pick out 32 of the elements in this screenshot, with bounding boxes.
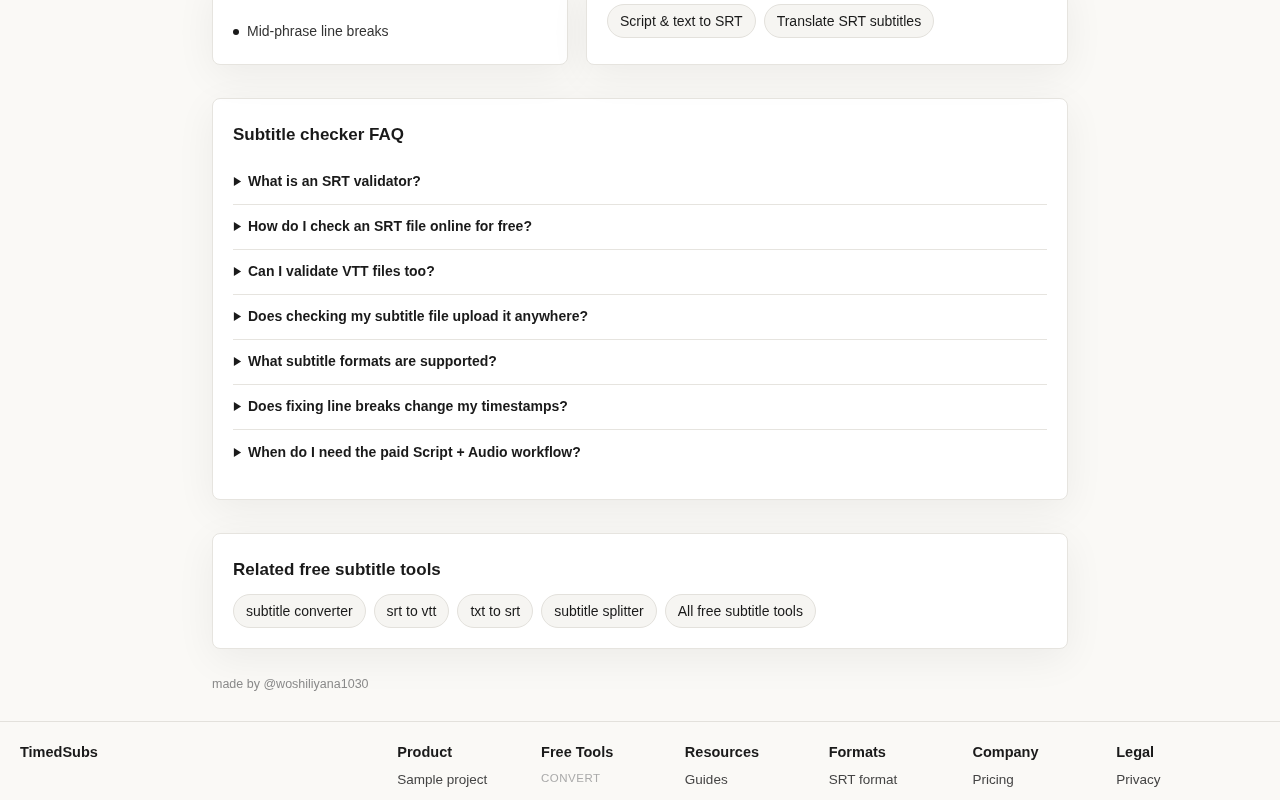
faq-question[interactable]: Does fixing line breaks change my timestamps?: [233, 384, 1047, 430]
section-title: Related free subtitle tools: [233, 558, 442, 581]
bullet-icon: [233, 28, 239, 35]
footer-link[interactable]: Pricing: [972, 770, 1117, 791]
footer-link[interactable]: Guides: [684, 770, 829, 791]
credit-text: made by @woshiliyana1030: [212, 675, 370, 693]
tool-chip[interactable]: srt to vtt: [373, 594, 450, 628]
footer-heading: Product: [397, 743, 454, 763]
tool-chip[interactable]: Translate SRT subtitles: [763, 4, 935, 38]
faq-question[interactable]: How do I check an SRT file online for free?: [233, 204, 1047, 250]
tool-chip[interactable]: subtitle converter: [233, 594, 366, 628]
tool-chip[interactable]: subtitle splitter: [541, 594, 657, 628]
faq-title: Subtitle checker FAQ: [233, 124, 405, 146]
tool-chip[interactable]: All free subtitle tools: [664, 594, 816, 628]
faq-question[interactable]: Can I validate VTT files too?: [233, 249, 1047, 295]
footer-heading: Formats: [828, 743, 887, 763]
footer-heading: Company: [972, 743, 1040, 763]
footer-link[interactable]: Privacy: [1116, 770, 1261, 791]
faq-question[interactable]: When do I need the paid Script + Audio workflow?: [233, 429, 1047, 475]
footer-link[interactable]: Sample project: [397, 770, 542, 791]
footer-heading: Resources: [684, 743, 760, 763]
tool-chip[interactable]: txt to srt: [457, 594, 534, 628]
footer-heading: Legal: [1116, 743, 1156, 763]
footer-brand: TimedSubs: [20, 743, 99, 763]
footer-heading: Free Tools: [541, 743, 615, 763]
footer-link[interactable]: SRT format: [828, 770, 973, 791]
faq-question[interactable]: Does checking my subtitle file upload it anywhere?: [233, 294, 1047, 340]
faq-question[interactable]: What subtitle formats are supported?: [233, 339, 1047, 385]
footer-label: CONVERT: [541, 771, 602, 786]
list-item: Mid-phrase line breaks: [247, 22, 389, 41]
faq-question[interactable]: What is an SRT validator?: [233, 159, 1047, 205]
tool-chip[interactable]: Script & text to SRT: [607, 4, 756, 38]
